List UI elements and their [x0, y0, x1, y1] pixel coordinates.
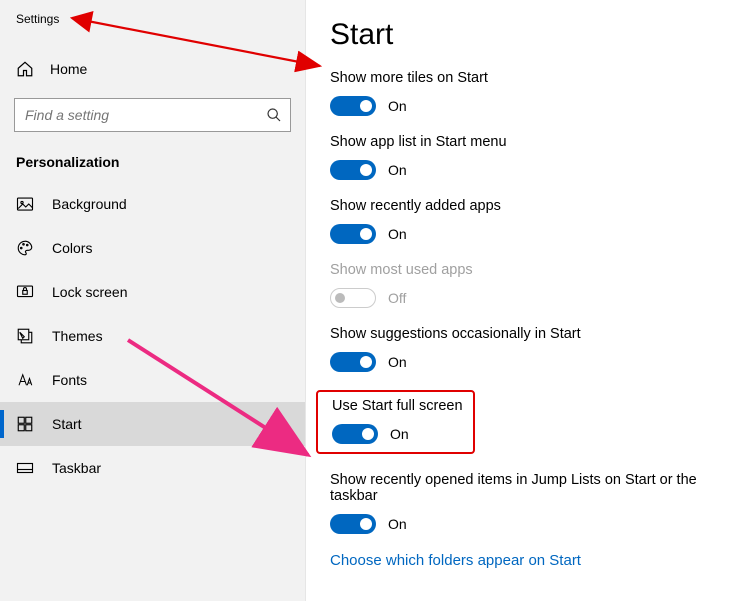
toggle-state: Off: [388, 290, 406, 306]
home-nav[interactable]: Home: [0, 50, 305, 88]
lock-icon: [16, 283, 34, 301]
toggle-state: On: [388, 98, 407, 114]
sidebar: Settings Home Personalization Background…: [0, 0, 306, 601]
sidebar-item-fonts[interactable]: Fonts: [0, 358, 305, 402]
toggle-app-list[interactable]: [330, 160, 376, 180]
setting-label: Show recently added apps: [330, 198, 726, 214]
nav-list: Background Colors Lock screen Themes Fon…: [0, 182, 305, 490]
image-icon: [16, 195, 34, 213]
setting-fullscreen: Use Start full screen On: [330, 390, 726, 454]
folders-link-row: Choose which folders appear on Start: [330, 552, 726, 569]
setting-label: Show app list in Start menu: [330, 134, 726, 150]
toggle-recent-apps[interactable]: [330, 224, 376, 244]
toggle-suggestions[interactable]: [330, 352, 376, 372]
taskbar-icon: [16, 459, 34, 477]
setting-suggestions: Show suggestions occasionally in Start O…: [330, 326, 726, 372]
toggle-state: On: [390, 426, 409, 442]
start-icon: [16, 415, 34, 433]
font-icon: [16, 371, 34, 389]
toggle-state: On: [388, 226, 407, 242]
sidebar-item-label: Taskbar: [52, 460, 101, 476]
setting-label: Use Start full screen: [332, 398, 463, 414]
sidebar-item-themes[interactable]: Themes: [0, 314, 305, 358]
setting-jump-lists: Show recently opened items in Jump Lists…: [330, 472, 726, 534]
toggle-state: On: [388, 162, 407, 178]
window-title: Settings: [0, 12, 305, 50]
toggle-jump-lists[interactable]: [330, 514, 376, 534]
toggle-most-used: [330, 288, 376, 308]
sidebar-item-label: Fonts: [52, 372, 87, 388]
setting-app-list: Show app list in Start menu On: [330, 134, 726, 180]
toggle-state: On: [388, 516, 407, 532]
sidebar-item-lockscreen[interactable]: Lock screen: [0, 270, 305, 314]
sidebar-item-label: Background: [52, 196, 127, 212]
section-header: Personalization: [0, 150, 305, 182]
toggle-fullscreen[interactable]: [332, 424, 378, 444]
themes-icon: [16, 327, 34, 345]
sidebar-item-start[interactable]: Start: [0, 402, 305, 446]
palette-icon: [16, 239, 34, 257]
setting-label: Show suggestions occasionally in Start: [330, 326, 726, 342]
sidebar-item-background[interactable]: Background: [0, 182, 305, 226]
sidebar-item-colors[interactable]: Colors: [0, 226, 305, 270]
page-title: Start: [330, 18, 726, 52]
highlight-box: Use Start full screen On: [316, 390, 475, 454]
sidebar-item-taskbar[interactable]: Taskbar: [0, 446, 305, 490]
search-wrap: [14, 98, 291, 132]
sidebar-item-label: Colors: [52, 240, 92, 256]
home-label: Home: [50, 61, 87, 77]
setting-label: Show most used apps: [330, 262, 726, 278]
sidebar-item-label: Lock screen: [52, 284, 127, 300]
setting-most-used: Show most used apps Off: [330, 262, 726, 308]
search-input[interactable]: [14, 98, 291, 132]
toggle-more-tiles[interactable]: [330, 96, 376, 116]
main-panel: Start Show more tiles on Start On Show a…: [306, 0, 750, 601]
setting-label: Show more tiles on Start: [330, 70, 726, 86]
choose-folders-link[interactable]: Choose which folders appear on Start: [330, 552, 581, 569]
toggle-state: On: [388, 354, 407, 370]
search-icon[interactable]: [257, 98, 291, 132]
setting-more-tiles: Show more tiles on Start On: [330, 70, 726, 116]
setting-label: Show recently opened items in Jump Lists…: [330, 472, 726, 504]
sidebar-item-label: Start: [52, 416, 82, 432]
setting-recent-apps: Show recently added apps On: [330, 198, 726, 244]
home-icon: [16, 60, 34, 78]
sidebar-item-label: Themes: [52, 328, 103, 344]
